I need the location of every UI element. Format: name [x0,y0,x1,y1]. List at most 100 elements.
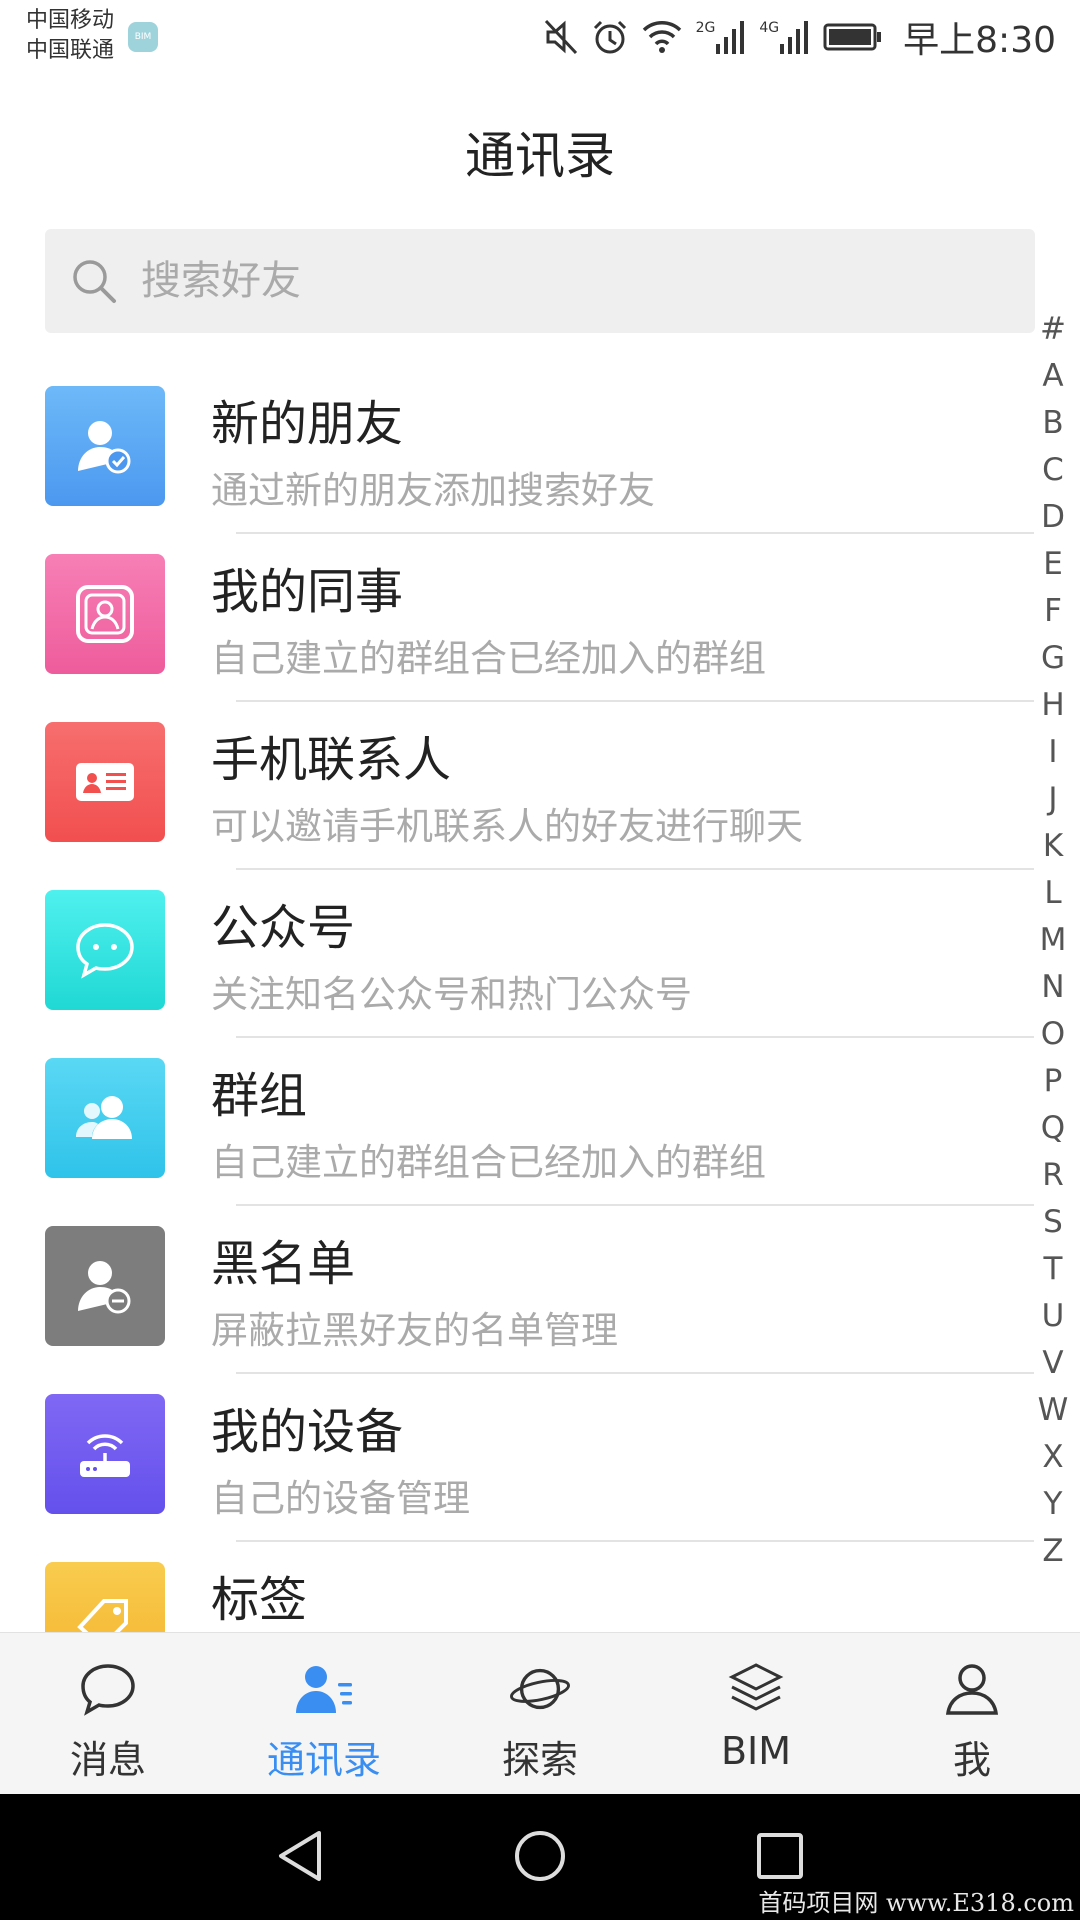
battery-icon [823,23,882,51]
contacts-menu-list: 新的朋友 通过新的朋友添加搜索好友 我的同事 自己建立的群组合已经加入的群组 手… [0,366,1040,1632]
carrier-info: 中国移动 中国联通 [26,6,114,66]
tab-label: BIM [720,1729,792,1773]
tab-contacts[interactable]: 通讯录 [216,1633,432,1794]
alpha-letter[interactable]: R [1042,1152,1064,1199]
menu-item-my-devices[interactable]: 我的设备 自己的设备管理 [0,1374,1040,1542]
menu-item-colleagues[interactable]: 我的同事 自己建立的群组合已经加入的群组 [0,534,1040,702]
contact-card-icon [45,722,165,842]
message-bubble-icon [76,1657,140,1721]
chat-bubble-icon [45,890,165,1010]
alpha-letter[interactable]: J [1048,776,1057,823]
alpha-letter[interactable]: X [1042,1434,1063,1481]
wifi-icon [642,21,681,53]
signal-bars-icon [780,21,809,54]
bim-app-badge: BIM [128,22,158,52]
menu-item-subtitle: 自己建立的群组合已经加入的群组 [211,1141,766,1184]
alpha-letter[interactable]: V [1042,1340,1063,1387]
layers-icon [724,1657,788,1721]
home-circle-icon [515,1831,565,1881]
signal-4g: 4G [759,20,809,54]
system-nav-bar: 首码项目网 www.E318.com [0,1794,1080,1920]
alpha-letter[interactable]: K [1043,823,1063,870]
alpha-letter[interactable]: O [1041,1011,1065,1058]
page-title: 通讯录 [465,127,615,185]
alpha-letter[interactable]: C [1042,447,1064,494]
alpha-letter[interactable]: H [1041,682,1064,729]
search-icon [73,260,116,303]
alpha-letter[interactable]: D [1041,494,1065,541]
menu-item-subtitle: 自己的设备管理 [211,1477,470,1520]
blocked-user-icon [45,1226,165,1346]
menu-item-title: 公众号 [211,900,356,956]
alpha-letter[interactable]: F [1044,588,1062,635]
contacts-icon [292,1657,356,1721]
menu-item-subtitle: 通过新的朋友添加搜索好友 [211,469,655,512]
menu-item-title: 我的设备 [211,1404,404,1460]
menu-item-title: 我的同事 [211,564,404,620]
group-icon [45,1058,165,1178]
menu-item-subtitle: 自己建立的群组合已经加入的群组 [211,637,766,680]
alpha-letter[interactable]: L [1044,870,1061,917]
signal-4g-label: 4G [759,20,780,36]
back-triangle-icon [279,1831,321,1881]
status-icons: 2G 4G 早上8:30 [544,14,1056,61]
carrier-name-2: 中国联通 [26,38,115,63]
alpha-letter[interactable]: A [1042,353,1063,400]
alpha-letter[interactable]: Z [1042,1528,1063,1575]
tag-icon [45,1562,165,1632]
signal-2g: 2G [696,20,746,54]
tab-label: 我 [952,1738,991,1782]
alpha-letter[interactable]: N [1041,964,1064,1011]
menu-item-official-accounts[interactable]: 公众号 关注知名公众号和热门公众号 [0,870,1040,1038]
alpha-letter[interactable]: Y [1044,1481,1063,1528]
watermark: 首码项目网 www.E318.com [758,1889,1074,1917]
alarm-icon [593,20,626,54]
menu-item-blacklist[interactable]: 黑名单 屏蔽拉黑好友的名单管理 [0,1206,1040,1374]
menu-item-tags[interactable]: 标签 [0,1542,1040,1632]
nav-back-button[interactable] [268,1824,332,1888]
router-icon [45,1394,165,1514]
menu-item-subtitle: 屏蔽拉黑好友的名单管理 [211,1309,618,1352]
alpha-letter[interactable]: B [1042,400,1063,447]
nav-home-button[interactable] [508,1824,572,1888]
tab-me[interactable]: 我 [864,1633,1080,1794]
menu-item-title: 标签 [211,1572,308,1628]
alpha-letter[interactable]: Q [1041,1105,1065,1152]
alphabet-index[interactable]: # A B C D E F G H I J K L M N O P Q R S T U V W X Y Z [1032,306,1074,1575]
tab-explore[interactable]: 探索 [432,1633,648,1794]
bottom-tab-bar: 消息 通讯录 探索 BIM 我 [0,1632,1080,1794]
signal-bars-icon [716,21,745,54]
search-input[interactable] [141,258,941,304]
tab-messages[interactable]: 消息 [0,1633,216,1794]
alpha-letter[interactable]: W [1038,1387,1069,1434]
signal-2g-label: 2G [695,20,716,36]
alpha-letter[interactable]: G [1041,635,1065,682]
recents-square-icon [757,1833,803,1879]
alpha-letter[interactable]: P [1044,1058,1063,1105]
alpha-letter[interactable]: S [1043,1199,1063,1246]
menu-item-title: 手机联系人 [211,732,452,788]
tab-bim[interactable]: BIM [648,1633,864,1794]
menu-item-groups[interactable]: 群组 自己建立的群组合已经加入的群组 [0,1038,1040,1206]
planet-icon [508,1657,572,1721]
alpha-letter[interactable]: E [1043,541,1063,588]
tab-label: 通讯录 [266,1738,381,1782]
nav-recents-button[interactable] [748,1824,812,1888]
menu-item-title: 新的朋友 [211,396,404,452]
alpha-letter[interactable]: T [1044,1246,1063,1293]
person-icon [940,1657,1004,1721]
menu-item-title: 群组 [211,1068,308,1124]
alpha-letter[interactable]: M [1040,917,1067,964]
alpha-letter[interactable]: I [1048,729,1057,776]
new-friend-icon [45,386,165,506]
alpha-letter[interactable]: # [1040,306,1066,353]
menu-item-new-friends[interactable]: 新的朋友 通过新的朋友添加搜索好友 [0,366,1040,534]
menu-item-phone-contacts[interactable]: 手机联系人 可以邀请手机联系人的好友进行聊天 [0,702,1040,870]
alpha-letter[interactable]: U [1042,1293,1065,1340]
carrier-name-1: 中国移动 [26,8,115,33]
status-bar: 中国移动 中国联通 BIM 2G 4G 早上8:30 [0,0,1080,76]
search-bar[interactable] [45,229,1035,333]
menu-item-title: 黑名单 [211,1236,356,1292]
mute-icon [544,19,577,55]
tab-label: 消息 [69,1738,146,1782]
